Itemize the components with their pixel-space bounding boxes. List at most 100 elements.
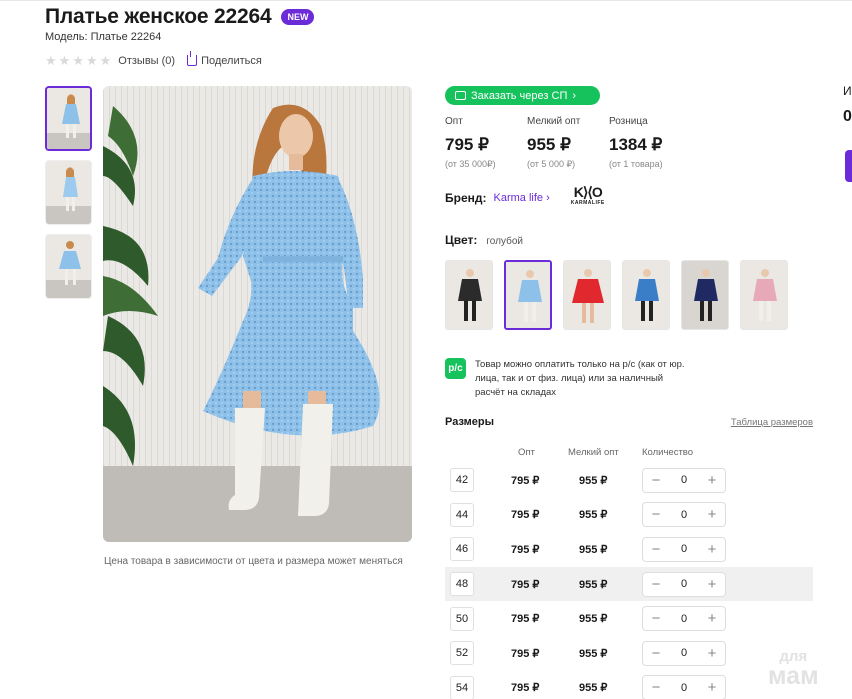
size-label: 42: [450, 468, 474, 493]
minus-button[interactable]: −: [649, 473, 663, 488]
quantity-value[interactable]: 0: [681, 578, 687, 590]
table-row: 44 795 ₽ 955 ₽ − 0 +: [445, 498, 813, 533]
quantity-stepper: − 0 +: [642, 675, 726, 699]
opt-price: 795 ₽: [511, 543, 540, 556]
size-label: 50: [450, 606, 474, 631]
price-tier-opt: Опт 795 ₽ (от 35 000₽): [445, 116, 527, 170]
main-product-photo[interactable]: [103, 86, 412, 542]
size-label: 48: [450, 572, 474, 597]
rating-row: ★ ★ ★ ★ ★ Отзывы (0) Поделиться: [45, 51, 262, 67]
thumbnail-3[interactable]: [45, 234, 92, 299]
minus-button[interactable]: −: [649, 577, 663, 592]
plus-button[interactable]: +: [705, 542, 719, 557]
swatch-photo: [741, 261, 787, 329]
swatch-photo: [446, 261, 492, 329]
share-icon: [187, 51, 198, 66]
reviews-link[interactable]: Отзывы (0): [118, 55, 175, 67]
quantity-stepper: − 0 +: [642, 467, 726, 493]
color-swatches: [445, 260, 788, 330]
price-tier-note: (от 1 товара): [609, 159, 663, 169]
plus-button[interactable]: +: [705, 577, 719, 592]
price-tier-label: Мелкий опт: [527, 116, 581, 127]
dress-photo: [103, 86, 412, 542]
table-row: 54 795 ₽ 955 ₽ − 0 +: [445, 671, 813, 699]
star-icon: ★: [72, 53, 84, 68]
plus-button[interactable]: +: [705, 507, 719, 522]
rating-stars: ★ ★ ★ ★ ★: [45, 54, 111, 67]
brand-logo-text: KARMALIFE: [570, 200, 605, 206]
plus-button[interactable]: +: [705, 473, 719, 488]
plus-button[interactable]: +: [705, 680, 719, 695]
plus-button[interactable]: +: [705, 611, 719, 626]
top-divider: [0, 0, 852, 1]
column-opt: Опт: [518, 447, 535, 458]
brand-link[interactable]: Karma life ›: [494, 192, 550, 204]
minus-button[interactable]: −: [649, 507, 663, 522]
quantity-stepper: − 0 +: [642, 502, 726, 528]
quantity-value[interactable]: 0: [681, 474, 687, 486]
quantity-stepper: − 0 +: [642, 571, 726, 597]
quantity-stepper: − 0 +: [642, 640, 726, 666]
brand-row: Бренд: Karma life › K⟩⟨O KARMALIFE: [445, 185, 612, 211]
dress-photo-thumb: [46, 161, 91, 224]
order-via-sp-button[interactable]: Заказать через СП ›: [445, 86, 600, 105]
opt-price: 795 ₽: [511, 647, 540, 660]
price-tiers: Опт 795 ₽ (от 35 000₽) Мелкий опт 955 ₽ …: [445, 116, 691, 170]
table-row: 52 795 ₽ 955 ₽ − 0 +: [445, 636, 813, 671]
swatch-blue[interactable]: [622, 260, 670, 330]
opt-price: 795 ₽: [511, 613, 540, 626]
share-button[interactable]: Поделиться: [187, 51, 262, 67]
quantity-stepper: − 0 +: [642, 536, 726, 562]
cart-icon: [455, 91, 466, 100]
swatch-photo: [564, 261, 610, 329]
price-tier-value: 1384 ₽: [609, 135, 663, 154]
small-opt-price: 955 ₽: [579, 682, 608, 695]
quantity-value[interactable]: 0: [681, 647, 687, 659]
swatch-photo: [682, 261, 728, 329]
small-opt-price: 955 ₽: [579, 578, 608, 591]
price-tier-value: 795 ₽: [445, 135, 489, 154]
color-row: Цвет: голубой: [445, 233, 523, 247]
dress-photo-thumb: [46, 235, 91, 298]
quantity-value[interactable]: 0: [681, 613, 687, 625]
watermark: для мам: [768, 648, 819, 689]
plus-button[interactable]: +: [705, 646, 719, 661]
opt-price: 795 ₽: [511, 509, 540, 522]
price-note: Цена товара в зависимости от цвета и раз…: [104, 556, 403, 567]
swatch-red[interactable]: [563, 260, 611, 330]
brand-label: Бренд:: [445, 191, 487, 205]
table-row: 42 795 ₽ 955 ₽ − 0 +: [445, 463, 813, 498]
star-icon: ★: [85, 53, 98, 68]
price-tier-label: Розница: [609, 116, 648, 127]
minus-button[interactable]: −: [649, 611, 663, 626]
table-row: 50 795 ₽ 955 ₽ − 0 +: [445, 601, 813, 636]
quantity-value[interactable]: 0: [681, 509, 687, 521]
price-tier-label: Опт: [445, 116, 463, 127]
size-label: 52: [450, 641, 474, 666]
side-panel-value-clipped: 0: [843, 108, 852, 125]
brand-name: Karma life: [493, 192, 544, 204]
title-row: Платье женское 22264 NEW: [45, 5, 315, 29]
star-icon: ★: [99, 53, 112, 68]
minus-button[interactable]: −: [649, 646, 663, 661]
swatch-navy[interactable]: [681, 260, 729, 330]
minus-button[interactable]: −: [649, 680, 663, 695]
size-label: 46: [450, 537, 474, 562]
opt-price: 795 ₽: [511, 682, 540, 695]
swatch-light-blue[interactable]: [504, 260, 552, 330]
brand-logo-mark: K⟩⟨O: [573, 184, 603, 200]
table-row: 46 795 ₽ 955 ₽ − 0 +: [445, 532, 813, 567]
swatch-pink[interactable]: [740, 260, 788, 330]
thumbnail-2[interactable]: [45, 160, 92, 225]
quantity-value[interactable]: 0: [681, 543, 687, 555]
bank-account-icon: р/с: [445, 358, 466, 379]
minus-button[interactable]: −: [649, 542, 663, 557]
photo-thumbnails: [45, 86, 92, 299]
size-chart-link[interactable]: Таблица размеров: [731, 417, 813, 428]
quantity-value[interactable]: 0: [681, 682, 687, 694]
swatch-black[interactable]: [445, 260, 493, 330]
side-panel-button-clipped[interactable]: [845, 150, 852, 182]
small-opt-price: 955 ₽: [579, 647, 608, 660]
payment-note-text: Товар можно оплатить только на р/с (как …: [475, 359, 685, 398]
thumbnail-1[interactable]: [45, 86, 92, 151]
